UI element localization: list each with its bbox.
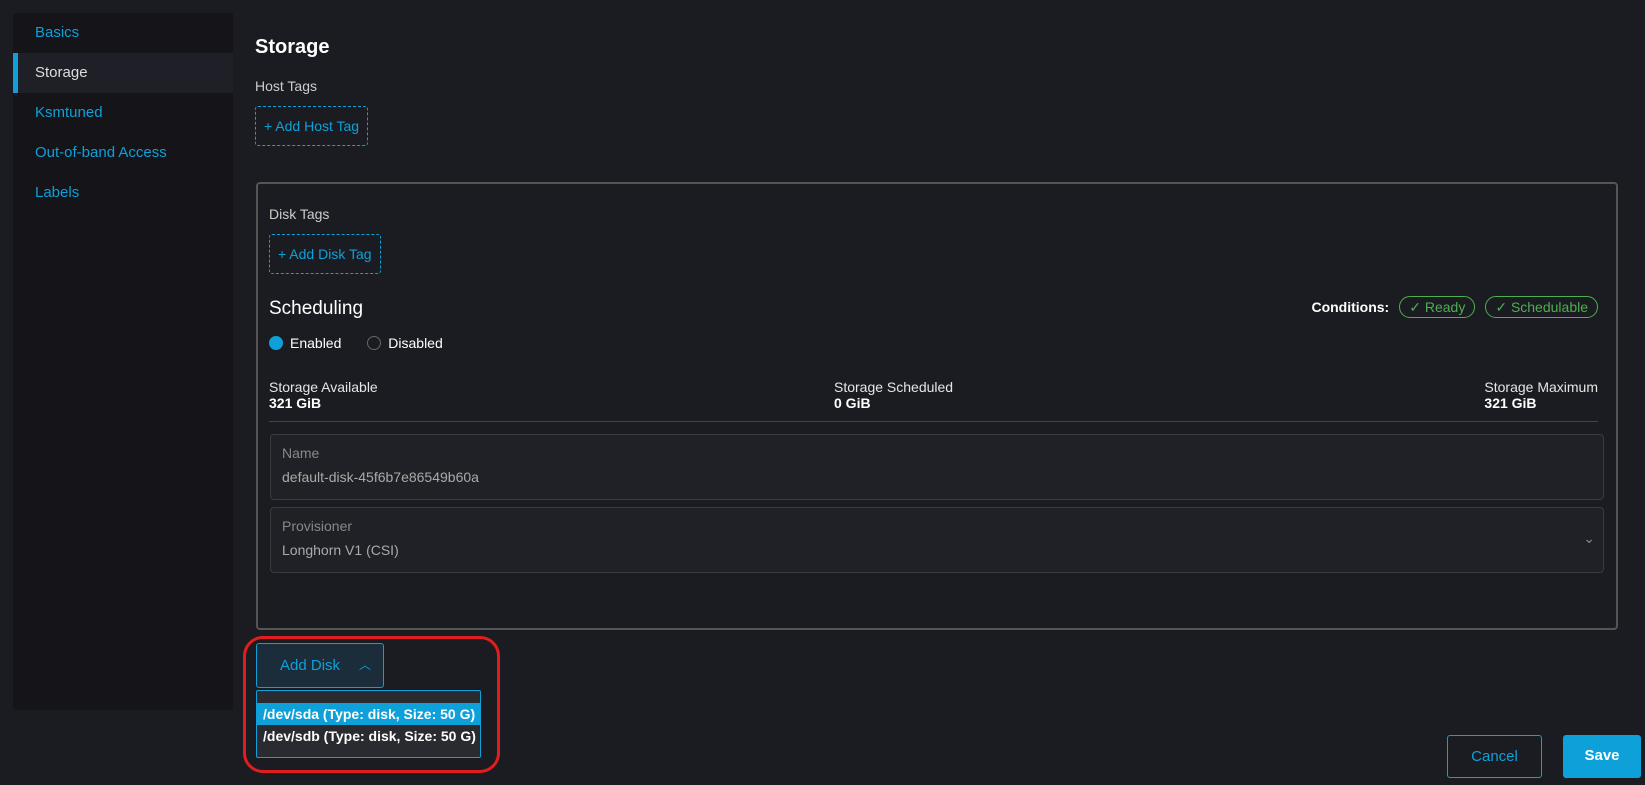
add-host-tag-button[interactable]: + Add Host Tag bbox=[255, 106, 369, 146]
scheduling-disabled-radio[interactable]: Disabled bbox=[367, 335, 443, 351]
cancel-button[interactable]: Cancel bbox=[1447, 735, 1542, 778]
sidebar-item-out-of-band-access[interactable]: Out-of-band Access bbox=[13, 133, 233, 173]
conditions-label: Conditions: bbox=[1311, 299, 1390, 315]
check-icon: ✓ bbox=[1409, 299, 1425, 315]
highlight-annotation bbox=[243, 636, 500, 773]
radio-label: Enabled bbox=[290, 335, 342, 351]
sidebar-item-basics[interactable]: Basics bbox=[13, 13, 233, 53]
add-disk-tag-button[interactable]: + Add Disk Tag bbox=[269, 234, 381, 274]
disk-card: Disk Tags + Add Disk Tag Scheduling Enab… bbox=[256, 182, 1618, 630]
sidebar-item-ksmtuned[interactable]: Ksmtuned bbox=[13, 93, 233, 133]
disk-name-field[interactable]: Name default-disk-45f6b7e86549b60a bbox=[270, 434, 1604, 500]
scheduling-radio-group: Enabled Disabled bbox=[269, 335, 465, 353]
radio-label: Disabled bbox=[388, 335, 443, 351]
chevron-down-icon: ⌄ bbox=[1583, 530, 1595, 546]
radio-checked-icon bbox=[269, 336, 283, 350]
page-title: Storage bbox=[255, 36, 330, 58]
condition-schedulable-badge: ✓ Schedulable bbox=[1485, 296, 1598, 318]
save-button[interactable]: Save bbox=[1563, 735, 1641, 778]
sidebar-nav: Basics Storage Ksmtuned Out-of-band Acce… bbox=[13, 13, 233, 710]
scheduling-title: Scheduling bbox=[269, 298, 364, 319]
provisioner-select[interactable]: Provisioner Longhorn V1 (CSI) ⌄ bbox=[270, 507, 1604, 573]
divider bbox=[269, 421, 1598, 422]
check-icon: ✓ bbox=[1495, 299, 1511, 315]
radio-unchecked-icon bbox=[367, 336, 382, 350]
storage-maximum: Storage Maximum 321 GiB bbox=[1484, 379, 1598, 411]
sidebar-item-storage[interactable]: Storage bbox=[13, 53, 233, 93]
disk-tags-label: Disk Tags bbox=[269, 206, 330, 222]
sidebar-item-labels[interactable]: Labels bbox=[13, 173, 233, 213]
storage-scheduled: Storage Scheduled 0 GiB bbox=[834, 379, 954, 411]
conditions: Conditions: ✓ Ready ✓ Schedulable bbox=[1311, 296, 1598, 318]
storage-available: Storage Available 321 GiB bbox=[269, 379, 378, 411]
condition-ready-badge: ✓ Ready bbox=[1399, 296, 1476, 318]
scheduling-enabled-radio[interactable]: Enabled bbox=[269, 335, 341, 351]
host-tags-label: Host Tags bbox=[255, 78, 317, 94]
